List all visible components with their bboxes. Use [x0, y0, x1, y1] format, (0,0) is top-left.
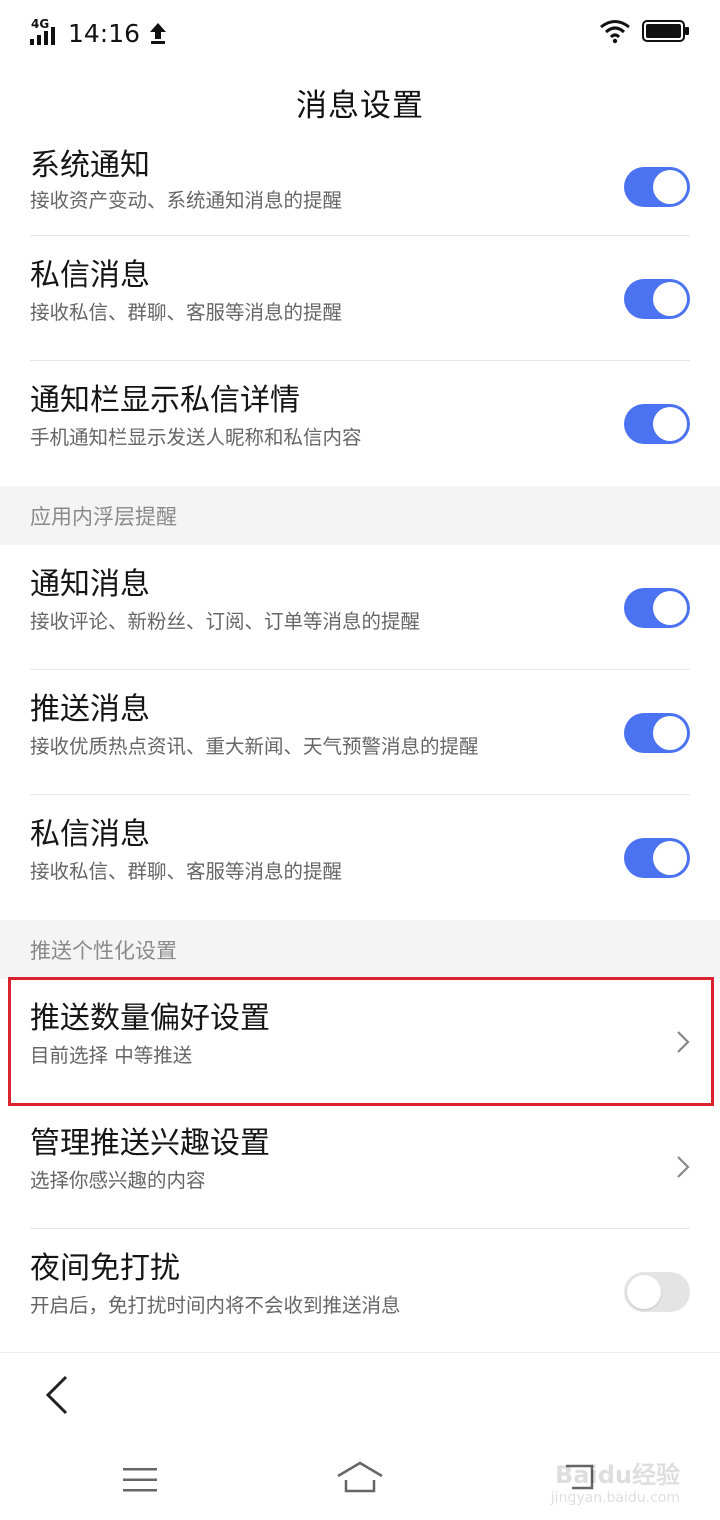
setting-title: 通知栏显示私信详情 — [30, 383, 300, 418]
upload-arrow-icon — [150, 23, 167, 44]
setting-row-in-app-private-message[interactable]: 私信消息 接收私信、群聊、客服等消息的提醒 — [0, 795, 720, 920]
private-message-toggle[interactable] — [624, 278, 690, 319]
wifi-icon — [600, 20, 630, 44]
home-icon[interactable] — [336, 1460, 384, 1494]
notification-bar-details-toggle[interactable] — [624, 403, 690, 444]
chevron-right-icon — [677, 1155, 690, 1178]
setting-title: 系统通知 — [30, 148, 150, 183]
section-header-in-app-overlay: 应用内浮层提醒 — [0, 486, 720, 545]
section-label: 推送个性化设置 — [30, 939, 177, 963]
setting-desc: 手机通知栏显示发送人昵称和私信内容 — [30, 426, 362, 449]
setting-desc: 接收私信、群聊、客服等消息的提醒 — [30, 301, 343, 324]
setting-desc: 接收私信、群聊、客服等消息的提醒 — [30, 860, 343, 883]
setting-row-notification-message[interactable]: 通知消息 接收评论、新粉丝、订阅、订单等消息的提醒 — [0, 545, 720, 670]
setting-row-push-quantity-preference[interactable]: 推送数量偏好设置 目前选择 中等推送 — [0, 979, 720, 1104]
setting-title: 通知消息 — [30, 567, 150, 602]
night-do-not-disturb-toggle[interactable] — [624, 1271, 690, 1312]
setting-row-night-do-not-disturb[interactable]: 夜间免打扰 开启后，免打扰时间内将不会收到推送消息 — [0, 1229, 720, 1354]
setting-title: 私信消息 — [30, 817, 150, 852]
setting-desc: 选择你感兴趣的内容 — [30, 1169, 206, 1192]
cellular-signal-icon: 4G — [30, 17, 62, 47]
settings-list: 系统通知 接收资产变动、系统通知消息的提醒 私信消息 接收私信、群聊、客服等消息… — [0, 138, 720, 1354]
section-header-push-personalization: 推送个性化设置 — [0, 920, 720, 979]
setting-desc: 开启后，免打扰时间内将不会收到推送消息 — [30, 1294, 401, 1317]
setting-desc: 接收资产变动、系统通知消息的提醒 — [30, 189, 343, 212]
push-message-toggle[interactable] — [624, 712, 690, 753]
chevron-right-icon — [677, 1030, 690, 1053]
setting-row-system-notification[interactable]: 系统通知 接收资产变动、系统通知消息的提醒 — [0, 138, 720, 236]
setting-row-manage-push-interests[interactable]: 管理推送兴趣设置 选择你感兴趣的内容 — [0, 1104, 720, 1229]
bottom-toolbar — [0, 1352, 720, 1442]
setting-row-push-message[interactable]: 推送消息 接收优质热点资讯、重大新闻、天气预警消息的提醒 — [0, 670, 720, 795]
setting-title: 私信消息 — [30, 258, 150, 293]
menu-icon[interactable] — [122, 1466, 158, 1494]
notification-message-toggle[interactable] — [624, 587, 690, 628]
setting-desc: 接收优质热点资讯、重大新闻、天气预警消息的提醒 — [30, 735, 479, 758]
back-chevron-icon[interactable] — [42, 1373, 72, 1417]
watermark-logo: Baidu经验 — [555, 1461, 680, 1489]
section-label: 应用内浮层提醒 — [30, 505, 177, 529]
watermark-url: jingyan.baidu.com — [550, 1490, 680, 1506]
setting-title: 推送消息 — [30, 692, 150, 727]
setting-title: 夜间免打扰 — [30, 1251, 180, 1286]
system-notification-toggle[interactable] — [624, 167, 690, 207]
setting-row-private-message[interactable]: 私信消息 接收私信、群聊、客服等消息的提醒 — [0, 236, 720, 361]
status-bar: 4G 14:16 — [0, 0, 720, 64]
in-app-private-message-toggle[interactable] — [624, 837, 690, 878]
battery-icon — [642, 20, 689, 42]
setting-title: 管理推送兴趣设置 — [30, 1126, 270, 1161]
setting-row-notification-bar-details[interactable]: 通知栏显示私信详情 手机通知栏显示发送人昵称和私信内容 — [0, 361, 720, 486]
setting-title: 推送数量偏好设置 — [30, 1001, 270, 1036]
page-title: 消息设置 — [296, 88, 424, 124]
status-time: 14:16 — [68, 18, 141, 48]
setting-desc: 目前选择 中等推送 — [30, 1044, 193, 1067]
setting-desc: 接收评论、新粉丝、订阅、订单等消息的提醒 — [30, 610, 421, 633]
